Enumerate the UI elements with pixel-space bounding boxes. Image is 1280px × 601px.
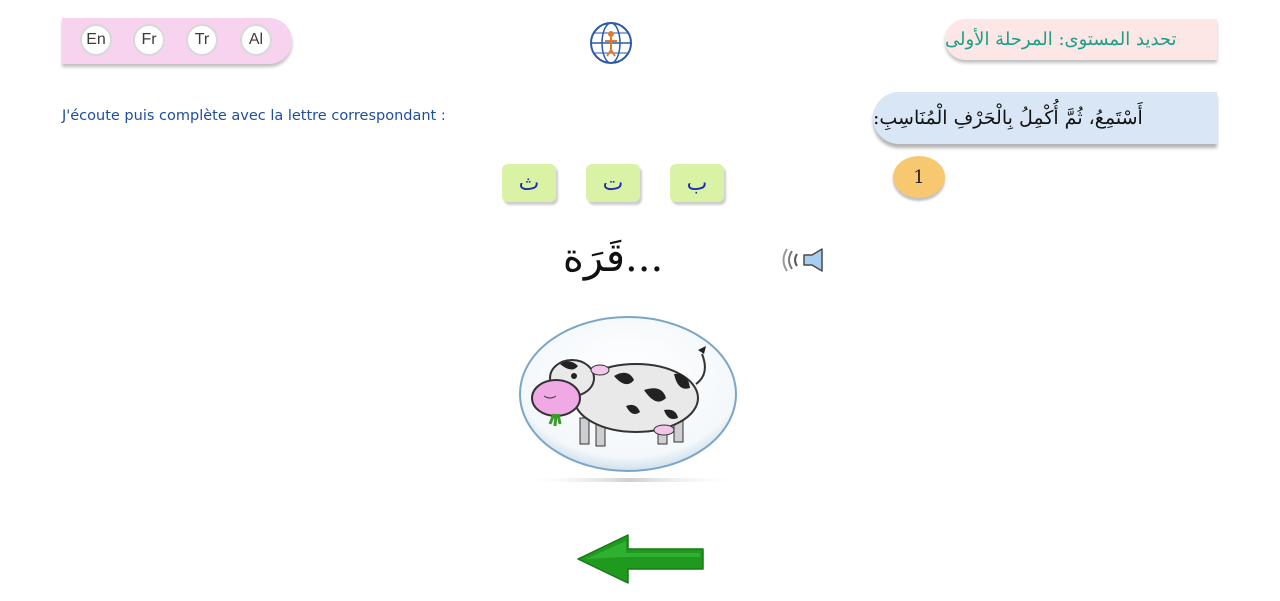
incomplete-word: ...قَرَة <box>562 235 664 281</box>
letter-choice-ba[interactable]: ب <box>670 164 724 202</box>
language-bar: En Fr Tr Al <box>62 18 292 64</box>
level-title: تحديد المستوى: المرحلة الأولى <box>945 19 1217 60</box>
cow-picture <box>518 316 742 482</box>
lang-button-fr[interactable]: Fr <box>133 24 165 56</box>
lang-button-tr[interactable]: Tr <box>186 24 218 56</box>
instruction-french: J'écoute puis complète avec la lettre co… <box>62 108 446 124</box>
lang-button-al[interactable]: Al <box>240 24 272 56</box>
letter-choice-ta[interactable]: ت <box>586 164 640 202</box>
globe-logo-icon <box>590 22 632 64</box>
arrow-left-icon[interactable] <box>576 533 706 585</box>
lang-button-en[interactable]: En <box>80 24 112 56</box>
instruction-arabic: أَسْتَمِعُ، ثُمَّ أُكْمِلُ بِالْحَرْفِ ا… <box>873 92 1217 144</box>
exercise-number-badge: 1 <box>893 156 945 198</box>
speaker-icon[interactable] <box>782 246 826 274</box>
letter-choice-tha[interactable]: ث <box>502 164 556 202</box>
